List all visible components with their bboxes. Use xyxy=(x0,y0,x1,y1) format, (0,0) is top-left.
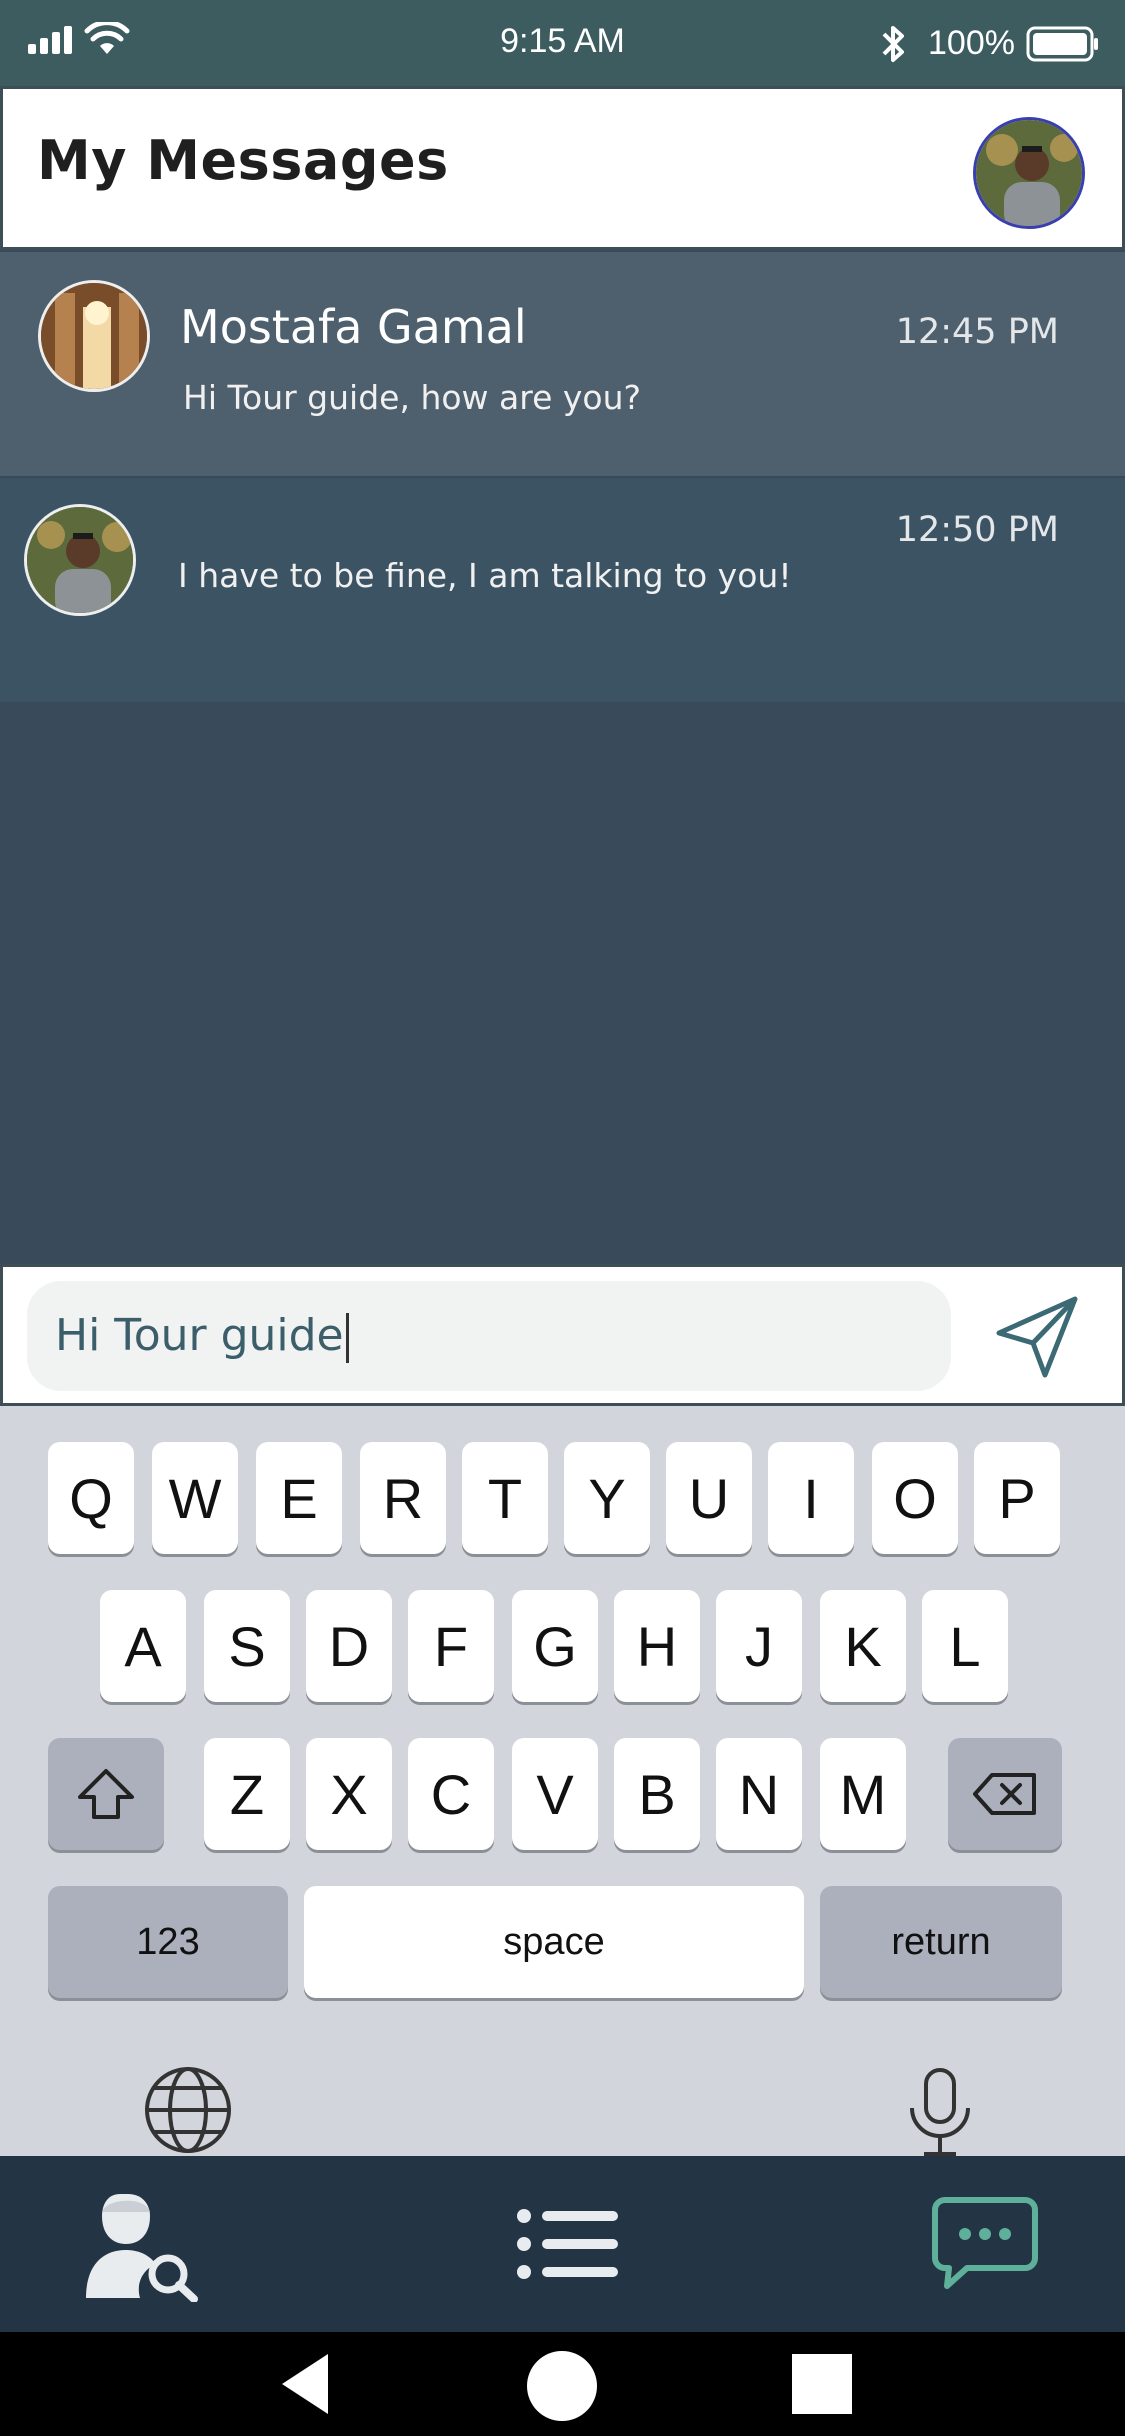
key-y[interactable]: Y xyxy=(564,1442,650,1554)
key-k[interactable]: K xyxy=(820,1590,906,1702)
key-d[interactable]: D xyxy=(306,1590,392,1702)
bluetooth-icon xyxy=(882,26,904,62)
key-c[interactable]: C xyxy=(408,1738,494,1850)
message-text: I have to be fine, I am talking to you! xyxy=(178,556,792,595)
shift-key[interactable] xyxy=(48,1738,164,1850)
recents-icon[interactable] xyxy=(792,2354,852,2414)
message-input-value: Hi Tour guide xyxy=(55,1310,344,1361)
backspace-key[interactable] xyxy=(948,1738,1062,1850)
key-e[interactable]: E xyxy=(256,1442,342,1554)
key-n[interactable]: N xyxy=(716,1738,802,1850)
key-i[interactable]: I xyxy=(768,1442,854,1554)
sender-avatar[interactable] xyxy=(38,280,150,392)
find-guide-icon[interactable] xyxy=(80,2186,200,2302)
home-icon[interactable] xyxy=(526,2350,598,2422)
sender-avatar[interactable] xyxy=(24,504,136,616)
globe-icon[interactable] xyxy=(142,2064,234,2156)
sender-name: Mostafa Gamal xyxy=(180,300,527,354)
profile-avatar[interactable] xyxy=(973,117,1085,229)
chat-icon[interactable] xyxy=(925,2186,1045,2302)
numbers-key[interactable]: 123 xyxy=(48,1886,288,1998)
key-t[interactable]: T xyxy=(462,1442,548,1554)
key-h[interactable]: H xyxy=(614,1590,700,1702)
composer-bar: Hi Tour guide xyxy=(0,1264,1125,1406)
key-b[interactable]: B xyxy=(614,1738,700,1850)
key-g[interactable]: G xyxy=(512,1590,598,1702)
key-u[interactable]: U xyxy=(666,1442,752,1554)
key-r[interactable]: R xyxy=(360,1442,446,1554)
message-time: 12:45 PM xyxy=(895,312,1059,352)
message-item[interactable]: 12:50 PM I have to be fine, I am talking… xyxy=(0,478,1125,702)
key-m[interactable]: M xyxy=(820,1738,906,1850)
key-a[interactable]: A xyxy=(100,1590,186,1702)
header: My Messages xyxy=(0,86,1125,250)
space-key[interactable]: space xyxy=(304,1886,804,1998)
key-w[interactable]: W xyxy=(152,1442,238,1554)
return-key[interactable]: return xyxy=(820,1886,1062,1998)
key-z[interactable]: Z xyxy=(204,1738,290,1850)
key-q[interactable]: Q xyxy=(48,1442,134,1554)
status-bar: 9:15 AM 100% xyxy=(0,0,1125,86)
battery-percent: 100% xyxy=(928,24,1015,62)
microphone-icon[interactable] xyxy=(900,2066,980,2158)
message-time: 12:50 PM xyxy=(895,510,1059,550)
key-s[interactable]: S xyxy=(204,1590,290,1702)
tab-bar xyxy=(0,2156,1125,2332)
system-nav-bar xyxy=(0,2332,1125,2436)
shift-icon xyxy=(78,1769,134,1819)
page-title: My Messages xyxy=(37,129,449,192)
backspace-icon xyxy=(973,1773,1036,1815)
messages-screen: 9:15 AM 100% My Messages Mostafa Gamal 1… xyxy=(0,0,1125,2436)
message-text: Hi Tour guide, how are you? xyxy=(183,378,642,417)
back-icon[interactable] xyxy=(278,2352,332,2416)
key-f[interactable]: F xyxy=(408,1590,494,1702)
message-input[interactable]: Hi Tour guide xyxy=(27,1281,951,1391)
key-x[interactable]: X xyxy=(306,1738,392,1850)
key-o[interactable]: O xyxy=(872,1442,958,1554)
list-icon[interactable] xyxy=(506,2186,626,2302)
send-icon[interactable] xyxy=(987,1289,1087,1385)
key-l[interactable]: L xyxy=(922,1590,1008,1702)
message-item[interactable]: Mostafa Gamal 12:45 PM Hi Tour guide, ho… xyxy=(0,252,1125,476)
key-p[interactable]: P xyxy=(974,1442,1060,1554)
key-v[interactable]: V xyxy=(512,1738,598,1850)
keyboard: Q W E R T Y U I O P A S D F G H J K L Z … xyxy=(0,1406,1125,2156)
text-caret xyxy=(345,1313,349,1363)
battery-icon xyxy=(1026,26,1098,62)
key-j[interactable]: J xyxy=(716,1590,802,1702)
